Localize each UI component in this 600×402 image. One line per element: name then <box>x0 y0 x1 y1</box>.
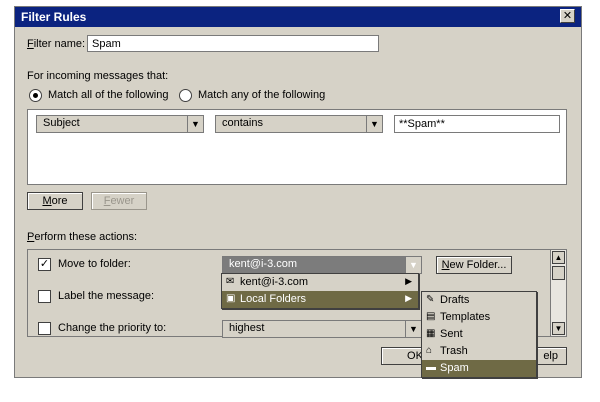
rule-value-input[interactable]: **Spam** <box>394 115 560 133</box>
chevron-down-icon: ▼ <box>366 116 382 132</box>
title-bar: Filter Rules ✕ <box>15 7 581 27</box>
close-button[interactable]: ✕ <box>560 9 575 23</box>
menu-item-local-folders[interactable]: ▣ Local Folders ▶ <box>222 291 418 308</box>
sent-icon: ▦ <box>426 328 436 339</box>
move-to-folder-checkbox[interactable]: ✓ <box>38 258 51 271</box>
window-title: Filter Rules <box>21 10 87 24</box>
field-value: Subject <box>43 117 80 129</box>
menu-item-templates[interactable]: ▤ Templates <box>422 309 536 326</box>
change-priority-label: Change the priority to: <box>58 322 167 334</box>
drafts-icon: ✎ <box>426 294 435 305</box>
filter-name-value: Spam <box>92 38 121 50</box>
templates-icon: ▤ <box>426 311 436 322</box>
fewer-button[interactable]: Fewer <box>91 192 147 210</box>
scroll-up-icon[interactable]: ▲ <box>552 251 565 264</box>
priority-select[interactable]: highest ▼ <box>222 320 422 338</box>
folder-select[interactable]: kent@i-3.com ▼ <box>222 256 422 274</box>
chevron-right-icon: ▶ <box>405 276 412 286</box>
menu-item-drafts[interactable]: ✎ Drafts <box>422 292 536 309</box>
match-any-label: Match any of the following <box>198 89 326 101</box>
operator-value: contains <box>222 117 263 129</box>
perform-actions-label: Perform these actions: <box>27 231 138 243</box>
change-priority-checkbox[interactable] <box>38 322 51 335</box>
new-folder-button[interactable]: New Folder... <box>436 256 512 274</box>
filter-name-label: Filter name: <box>27 38 86 50</box>
match-all-radio[interactable] <box>29 89 42 102</box>
actions-scrollbar[interactable]: ▲ ▼ <box>550 250 566 336</box>
priority-value: highest <box>229 322 265 334</box>
scroll-thumb[interactable] <box>552 266 565 280</box>
filter-name-input[interactable]: Spam <box>87 35 379 52</box>
folder-dropdown-menu: ✉ kent@i-3.com ▶ ▣ Local Folders ▶ <box>221 273 419 309</box>
close-icon: ✕ <box>562 10 573 22</box>
match-all-label: Match all of the following <box>48 89 169 101</box>
scroll-down-icon[interactable]: ▼ <box>552 322 565 335</box>
label-message-checkbox[interactable] <box>38 290 51 303</box>
field-select[interactable]: Subject ▼ <box>36 115 204 133</box>
mail-account-icon: ✉ <box>226 276 235 287</box>
rule-value: **Spam** <box>399 118 445 130</box>
chevron-down-icon: ▼ <box>405 257 421 273</box>
folder-icon: ▬ <box>426 362 436 373</box>
chevron-down-icon: ▼ <box>187 116 203 132</box>
chevron-right-icon: ▶ <box>405 293 412 303</box>
menu-item-spam[interactable]: ▬ Spam <box>422 360 536 377</box>
folder-select-value: kent@i-3.com <box>229 258 298 270</box>
incoming-messages-label: For incoming messages that: <box>27 70 169 82</box>
menu-item-sent[interactable]: ▦ Sent <box>422 326 536 343</box>
label-message-label: Label the message: <box>58 290 155 302</box>
move-to-folder-label: Move to folder: <box>58 258 131 270</box>
operator-select[interactable]: contains ▼ <box>215 115 383 133</box>
match-any-radio[interactable] <box>179 89 192 102</box>
trash-icon: ⌂ <box>426 345 433 356</box>
rules-list: Subject ▼ contains ▼ **Spam** <box>27 109 567 185</box>
local-folders-submenu: ✎ Drafts ▤ Templates ▦ Sent ⌂ Trash ▬ Sp… <box>421 291 537 378</box>
chevron-down-icon: ▼ <box>405 321 421 337</box>
more-button[interactable]: More <box>27 192 83 210</box>
menu-item-trash[interactable]: ⌂ Trash <box>422 343 536 360</box>
local-folders-icon: ▣ <box>226 293 236 304</box>
menu-item-account[interactable]: ✉ kent@i-3.com ▶ <box>222 274 418 291</box>
